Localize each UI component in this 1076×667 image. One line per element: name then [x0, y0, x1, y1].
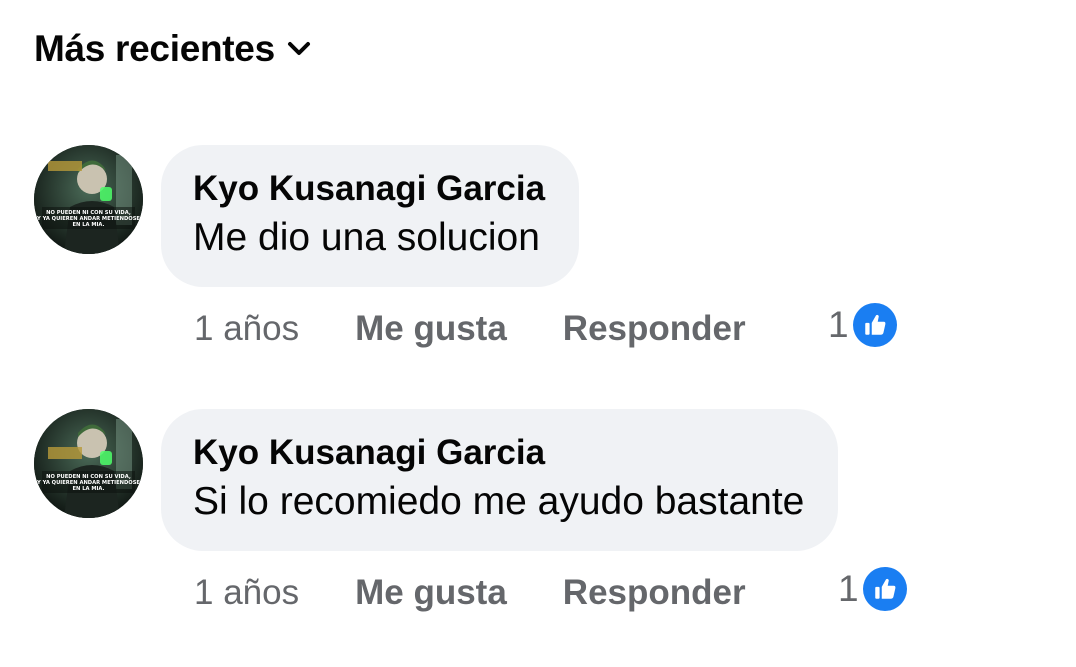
svg-text:EN LA MIA.: EN LA MIA.: [73, 222, 105, 228]
comment-bubble: Kyo Kusanagi Garcia Si lo recomiedo me a…: [161, 409, 839, 551]
comment-author[interactable]: Kyo Kusanagi Garcia: [193, 431, 804, 475]
avatar[interactable]: NO PUEDEN NI CON SU VIDA, Y YA QUIEREN A…: [34, 409, 143, 518]
svg-text:EN LA MIA.: EN LA MIA.: [73, 486, 105, 492]
chevron-down-icon: [287, 42, 310, 55]
reply-button[interactable]: Responder: [563, 573, 746, 613]
avatar-image: NO PUEDEN NI CON SU VIDA, Y YA QUIEREN A…: [34, 409, 143, 518]
like-button[interactable]: Me gusta: [355, 309, 507, 349]
reaction-summary[interactable]: 1: [838, 567, 907, 611]
reaction-summary[interactable]: 1: [828, 303, 897, 347]
comment-actions: 1 años Me gusta Responder: [194, 309, 746, 349]
comment-text: Me dio una solucion: [193, 216, 540, 259]
reaction-count: 1: [828, 304, 849, 345]
comment-actions: 1 años Me gusta Responder: [194, 573, 746, 613]
reply-button[interactable]: Responder: [563, 309, 746, 349]
like-button[interactable]: Me gusta: [355, 573, 507, 613]
comment-text: Si lo recomiedo me ayudo bastante: [193, 480, 805, 523]
reaction-count: 1: [838, 568, 859, 609]
like-thumb-icon: [862, 567, 907, 611]
comment-timestamp[interactable]: 1 años: [194, 573, 299, 613]
comment-bubble: Kyo Kusanagi Garcia Me dio una solucion: [161, 145, 580, 287]
avatar-image: NO PUEDEN NI CON SU VIDA, Y YA QUIEREN A…: [34, 145, 143, 254]
comment-author[interactable]: Kyo Kusanagi Garcia: [193, 167, 545, 211]
sort-label: Más recientes: [34, 28, 275, 69]
sort-dropdown[interactable]: Más recientes: [34, 28, 311, 70]
comment-timestamp[interactable]: 1 años: [194, 309, 299, 349]
like-thumb-icon: [852, 303, 897, 347]
avatar[interactable]: NO PUEDEN NI CON SU VIDA, Y YA QUIEREN A…: [34, 145, 143, 254]
